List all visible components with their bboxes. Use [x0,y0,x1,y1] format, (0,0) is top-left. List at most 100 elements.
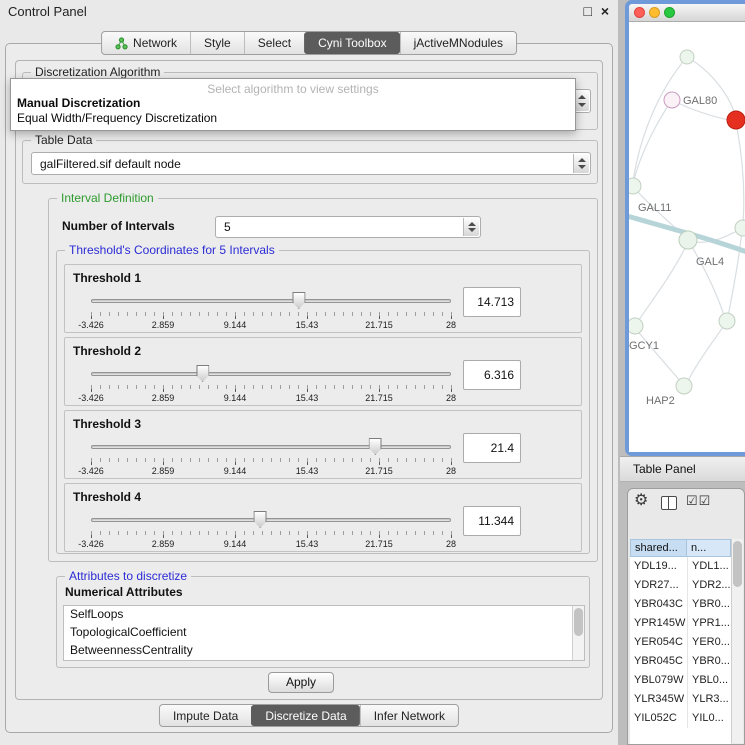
slider-thumb[interactable] [254,511,267,528]
float-window-icon[interactable]: □ [584,3,592,19]
threshold-3-slider[interactable] [91,437,451,457]
slider-track[interactable] [91,518,451,522]
table-row[interactable]: YDL19...YDL1... [630,557,731,576]
threshold-1-slider[interactable] [91,291,451,311]
network-node-hap2[interactable] [676,378,692,394]
table-cell[interactable]: YBL0... [687,671,731,690]
dropdown-option-manual-discretization[interactable]: Manual Discretization [11,96,575,111]
list-item-topologicalcoefficient[interactable]: TopologicalCoefficient [64,624,584,642]
tab-discretize-data[interactable]: Discretize Data [251,705,359,726]
network-node[interactable] [727,111,745,129]
threshold-1-value-field[interactable]: 14.713 [463,287,521,317]
network-node-gcy1[interactable] [629,318,643,334]
algorithm-dropdown: Select algorithm to view settings Manual… [10,78,576,131]
network-node[interactable] [680,50,694,64]
table-cell[interactable]: YLR345W [630,690,687,709]
table-row[interactable]: YIL052CYIL0... [630,709,731,728]
threshold-4-value-field[interactable]: 11.344 [463,506,521,536]
minimize-traffic-light-icon[interactable] [649,7,660,18]
table-cell[interactable]: YIL0... [687,709,731,728]
network-edge[interactable] [687,323,726,383]
table-cell[interactable]: YDR27... [630,576,687,595]
scrollbar-thumb[interactable] [733,541,742,587]
list-item-selfloops[interactable]: SelfLoops [64,606,584,624]
network-edge[interactable] [687,57,736,118]
table-cell[interactable]: YDL1... [687,557,731,576]
columns-icon[interactable] [661,496,677,510]
tab-network[interactable]: Network [102,32,190,54]
tab-impute-data[interactable]: Impute Data [160,705,251,726]
table-row[interactable]: YDR27...YDR2... [630,576,731,595]
gear-icon[interactable]: ⚙ [634,493,648,509]
threshold-2-slider[interactable] [91,364,451,384]
table-cell[interactable]: YBR0... [687,595,731,614]
combobox-stepper-icon[interactable] [573,154,589,173]
table-cell[interactable]: YIL052C [630,709,687,728]
slider-thumb[interactable] [196,365,209,382]
apply-button[interactable]: Apply [268,672,334,693]
network-node-gal80[interactable] [664,92,680,108]
network-node[interactable] [735,220,745,236]
threshold-4-panel: Threshold 4 -3.426 2.859 9.144 15.43 21.… [64,483,582,552]
tab-select[interactable]: Select [244,32,304,54]
attributes-scrollbar[interactable] [572,606,584,660]
network-edge[interactable] [637,242,688,323]
network-node-gal4[interactable] [679,231,697,249]
table-cell[interactable]: YLR3... [687,690,731,709]
scrollbar-thumb[interactable] [574,608,583,636]
tab-jactivemnodules[interactable]: jActiveMNodules [400,32,516,54]
network-edge[interactable] [736,123,744,224]
network-edge[interactable] [689,242,725,318]
table-cell[interactable]: YBR043C [630,595,687,614]
dropdown-placeholder: Select algorithm to view settings [11,79,575,96]
threshold-4-slider[interactable] [91,510,451,530]
table-cell[interactable]: YDL19... [630,557,687,576]
network-node[interactable] [719,313,735,329]
network-canvas[interactable]: GAL80GAL11GAL4GCY1HAP2 [629,22,745,452]
number-of-intervals-combobox[interactable]: 5 [215,216,481,238]
table-data-group-label: Table Data [31,133,96,147]
table-scrollbar[interactable] [731,539,743,743]
algorithm-group-label: Discretization Algorithm [31,65,164,79]
table-cell[interactable]: YBR0... [687,652,731,671]
table-row[interactable]: YBR043CYBR0... [630,595,731,614]
table-cell[interactable]: YBL079W [630,671,687,690]
slider-track[interactable] [91,372,451,376]
slider-thumb[interactable] [292,292,305,309]
slider-track[interactable] [91,445,451,449]
network-node-gal11[interactable] [629,178,641,194]
table-row[interactable]: YLR345WYLR3... [630,690,731,709]
combobox-stepper-icon[interactable] [463,218,479,236]
zoom-traffic-light-icon[interactable] [664,7,675,18]
slider-thumb[interactable] [369,438,382,455]
table-cell[interactable]: YER0... [687,633,731,652]
table-cell[interactable]: YBR045C [630,652,687,671]
table-row[interactable]: YBL079WYBL0... [630,671,731,690]
column-header-name[interactable]: n... [687,539,731,557]
network-edge[interactable] [728,230,742,317]
tab-style[interactable]: Style [190,32,244,54]
table-row[interactable]: YBR045CYBR0... [630,652,731,671]
threshold-3-value-field[interactable]: 21.4 [463,433,521,463]
tick-label: 28 [446,539,456,549]
list-item-betweennesscentrality[interactable]: BetweennessCentrality [64,642,584,660]
tab-cyni-toolbox[interactable]: Cyni Toolbox [304,32,399,54]
table-cell[interactable]: YDR2... [687,576,731,595]
table-data-combobox[interactable]: galFiltered.sif default node [31,152,591,175]
close-traffic-light-icon[interactable] [634,7,645,18]
threshold-2-value-field[interactable]: 6.316 [463,360,521,390]
column-header-shared[interactable]: shared... [630,539,687,557]
slider-track[interactable] [91,299,451,303]
table-cell[interactable]: YER054C [630,633,687,652]
table-cell[interactable]: YPR1... [687,614,731,633]
network-edge[interactable] [635,328,681,382]
close-window-icon[interactable]: × [601,3,609,19]
select-columns-checkbox-icons[interactable]: ☑☑ [686,493,711,509]
numerical-attributes-label: Numerical Attributes [65,585,183,599]
table-cell[interactable]: YPR145W [630,614,687,633]
table-row[interactable]: YPR145WYPR1... [630,614,731,633]
dropdown-option-equal-width-frequency[interactable]: Equal Width/Frequency Discretization [11,111,575,126]
tab-infer-network[interactable]: Infer Network [360,705,458,726]
network-view-window: GAL80GAL11GAL4GCY1HAP2 [625,0,745,456]
table-row[interactable]: YER054CYER0... [630,633,731,652]
